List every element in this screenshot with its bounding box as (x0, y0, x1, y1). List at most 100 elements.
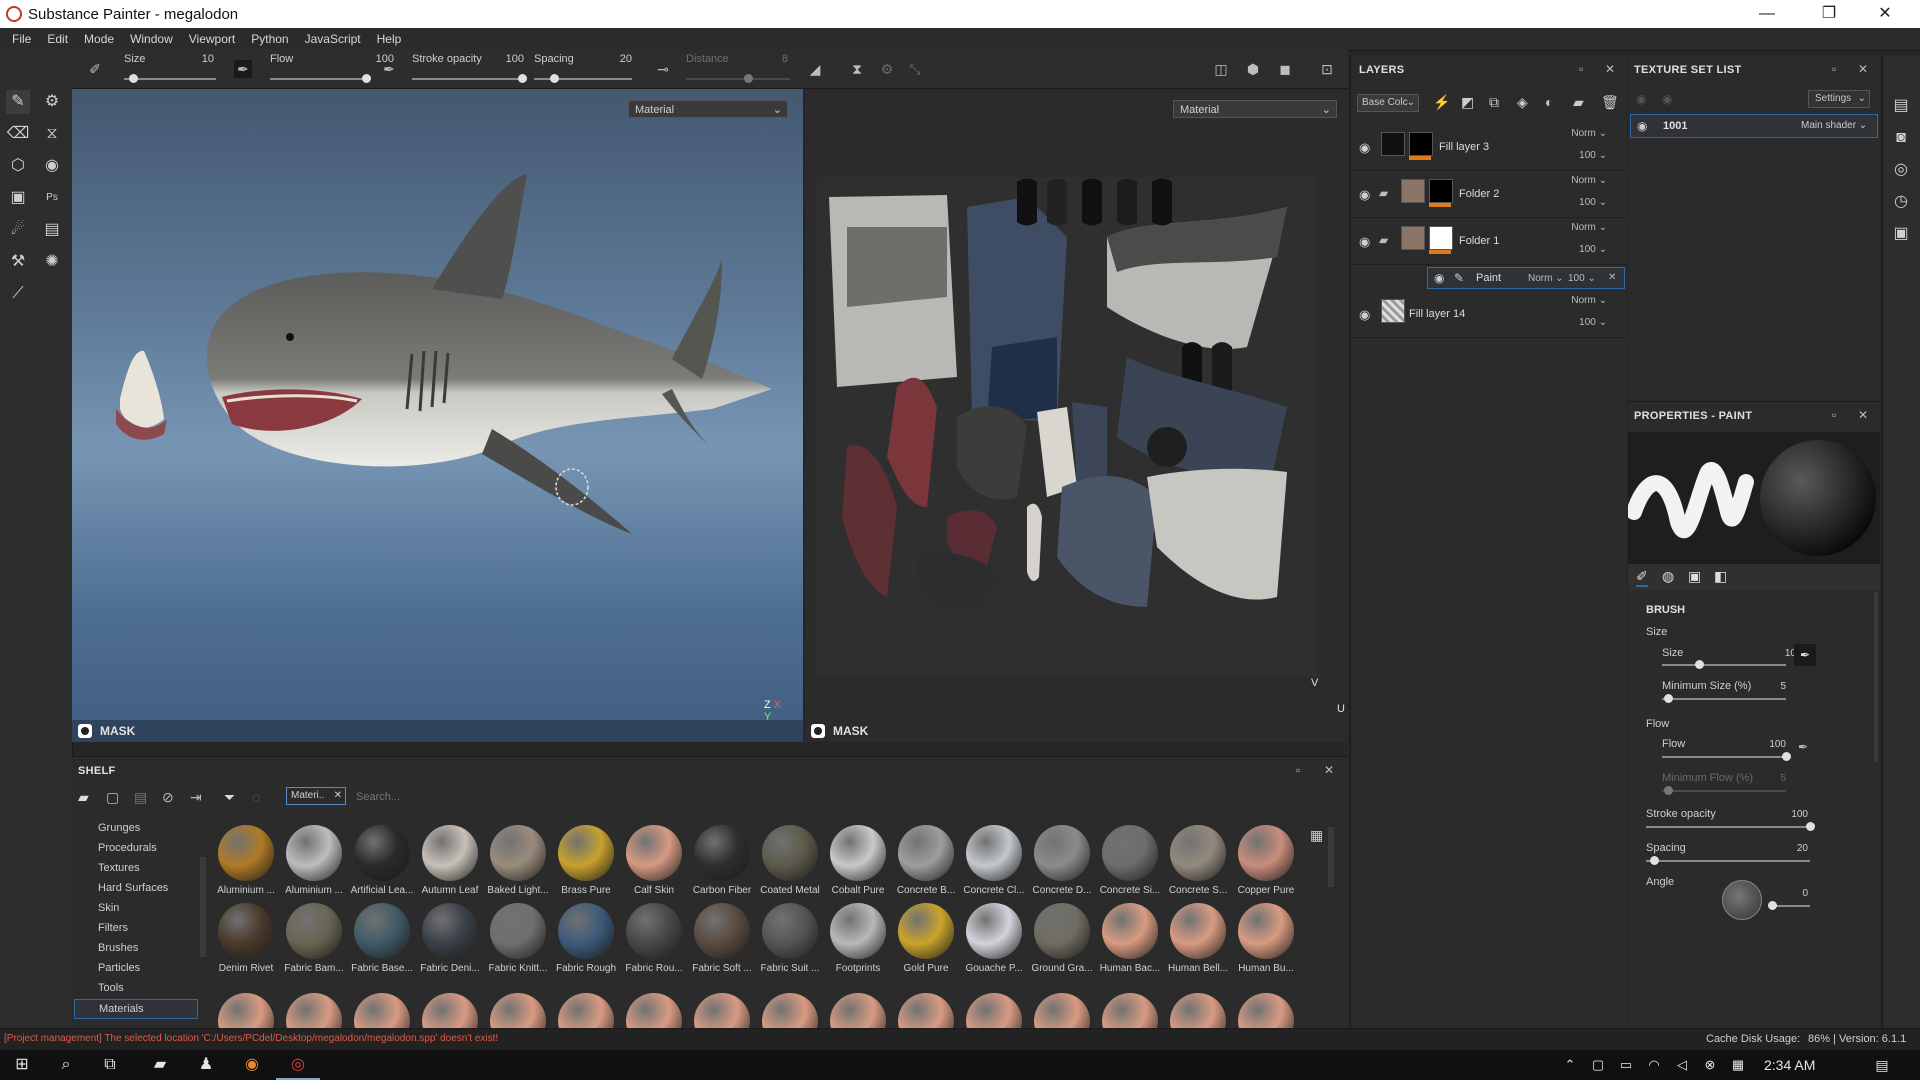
layer-row[interactable]: ◉ Fill layer 14 Norm ⌄ 100 ⌄ (1351, 291, 1627, 338)
save-icon[interactable]: ▤ (134, 789, 147, 806)
viewport-2d-mode-dropdown[interactable]: Material ⌄ (1173, 100, 1337, 118)
viewport-2d[interactable]: Material ⌄ V U MASK (805, 89, 1348, 742)
shader-settings-icon[interactable]: ◎ (1889, 158, 1913, 182)
stencil-tab-icon[interactable]: ◧ (1714, 568, 1727, 585)
slider-knob[interactable] (549, 74, 559, 83)
menu-viewport[interactable]: Viewport (181, 28, 243, 50)
material-thumbnail[interactable]: Carbon Fiber (688, 825, 756, 903)
material-thumbnail[interactable]: Baked Light... (484, 825, 552, 903)
material-preview-icon[interactable] (830, 993, 886, 1029)
clock[interactable]: 2:34 AM (1764, 1057, 1815, 1073)
material-thumbnail[interactable]: Aluminium ... (280, 825, 348, 903)
shelf-category-particles[interactable]: Particles (98, 959, 140, 977)
layer-row[interactable]: ◉ ▰ Folder 2 Norm ⌄ 100 ⌄ (1351, 171, 1627, 218)
material-preview-icon[interactable] (626, 993, 682, 1029)
shelf-category-tools[interactable]: Tools (98, 979, 124, 997)
undock-icon[interactable]: ▫ (1296, 763, 1300, 777)
menu-help[interactable]: Help (369, 28, 410, 50)
camera-icon[interactable]: ◼ (1276, 60, 1294, 78)
shelf-category-hard-surfaces[interactable]: Hard Surfaces (98, 879, 168, 897)
material-preview-icon[interactable] (1170, 993, 1226, 1029)
view-mode-split-icon[interactable]: ◫ (1212, 60, 1230, 78)
minimum-size-slider[interactable] (1662, 694, 1786, 703)
stroke-opacity-value[interactable]: 100 (1778, 809, 1808, 820)
material-thumbnail[interactable]: Ground Gra... (1028, 903, 1096, 981)
add-mask-icon[interactable]: ◩ (1461, 94, 1474, 111)
material-thumbnail[interactable]: Fabric Rough (552, 903, 620, 981)
log-icon[interactable]: ▣ (1889, 222, 1913, 246)
material-icon[interactable]: ◉ (40, 154, 64, 178)
eraser-tool-icon[interactable]: ⌫ (6, 122, 30, 146)
material-thumbnail[interactable]: Artificial Lea... (348, 825, 416, 903)
maximize-button[interactable]: ❐ (1806, 0, 1852, 28)
material-thumbnail[interactable]: Fabric Knitt... (484, 903, 552, 981)
app-icon[interactable]: ♟ (184, 1050, 228, 1080)
plugin-icon[interactable]: ✺ (40, 250, 64, 274)
opacity-dropdown[interactable]: 100 ⌄ (1579, 244, 1607, 255)
material-thumbnail[interactable]: Fabric Soft ... (688, 903, 756, 981)
layer-row[interactable]: ◉ Fill layer 3 Norm ⌄ 100 ⌄ (1351, 124, 1627, 171)
channel-dropdown[interactable]: Base Colc ⌄ (1357, 94, 1419, 112)
visibility-icon[interactable]: ◉ (1359, 307, 1370, 323)
material-thumbnail[interactable]: Human Bac... (1096, 903, 1164, 981)
symmetry-icon[interactable]: ⧗ (848, 60, 866, 78)
material-thumbnail[interactable]: Autumn Leaf (416, 825, 484, 903)
shelf-category-grunges[interactable]: Grunges (98, 819, 140, 837)
material-thumbnail[interactable]: Gouache P... (960, 903, 1028, 981)
action-center-icon[interactable]: ▤ (1860, 1050, 1904, 1080)
material-thumbnail[interactable]: Gold Pure (892, 903, 960, 981)
size-value[interactable]: 10 (1766, 648, 1796, 659)
hide-icon[interactable]: ⊘ (162, 789, 174, 806)
filter-chip[interactable]: Materi.. ✕ (286, 787, 346, 805)
material-thumbnail[interactable]: Brass Pure (552, 825, 620, 903)
toolbar-stroke-opacity-value[interactable]: 100 (494, 53, 524, 65)
viewport-settings-icon[interactable]: ⚙ (40, 90, 64, 114)
blender-icon[interactable]: ◉ (230, 1050, 274, 1080)
toolbar-stroke-opacity-slider[interactable] (412, 74, 527, 83)
history-icon[interactable]: ◷ (1889, 190, 1913, 214)
material-preview-icon[interactable] (1102, 993, 1158, 1029)
add-smart-material-icon[interactable]: ◐ (1545, 94, 1553, 110)
material-preview-icon[interactable] (1034, 993, 1090, 1029)
display-settings-icon[interactable]: ◙ (1889, 126, 1913, 150)
shelf-category-textures[interactable]: Textures (98, 859, 140, 877)
document-icon[interactable]: ▤ (40, 218, 64, 242)
search-icon[interactable]: ⌕ (44, 1050, 88, 1080)
material-preview-icon[interactable] (558, 993, 614, 1029)
task-view-icon[interactable]: ⧉ (88, 1050, 132, 1080)
toolbar-spacing-slider[interactable] (534, 74, 632, 83)
settings-dropdown[interactable]: Settings ⌄ (1808, 90, 1870, 108)
blend-mode-dropdown[interactable]: Norm ⌄ (1571, 128, 1607, 139)
material-thumbnail[interactable]: Concrete B... (892, 825, 960, 903)
size-pressure-icon[interactable]: ✒ (234, 60, 252, 78)
material-thumbnail[interactable]: Fabric Rou... (620, 903, 688, 981)
material-thumbnail[interactable]: Fabric Deni... (416, 903, 484, 981)
mask-toggle-icon[interactable] (811, 724, 825, 738)
start-icon[interactable]: ⊞ (0, 1050, 44, 1080)
size-slider[interactable] (1662, 660, 1786, 669)
mask-toggle-icon[interactable] (78, 724, 92, 738)
clone-stamp-icon[interactable]: ⚒ (6, 250, 30, 274)
slider-knob[interactable] (518, 74, 527, 83)
menu-window[interactable]: Window (122, 28, 181, 50)
texture-set-row[interactable]: ◉ 1001 Main shader ⌄ (1630, 114, 1878, 138)
texture-set-settings-icon[interactable]: ▤ (1889, 94, 1913, 118)
material-preview-icon[interactable] (694, 993, 750, 1029)
add-fill-layer-icon[interactable]: ◈ (1517, 94, 1528, 111)
shelf-category-materials[interactable]: Materials (74, 999, 198, 1019)
menu-mode[interactable]: Mode (76, 28, 122, 50)
brush-preset-icon[interactable]: ✐ (86, 60, 104, 78)
material-thumbnail[interactable]: Coated Metal (756, 825, 824, 903)
blend-mode-dropdown[interactable]: Norm ⌄ (1528, 273, 1564, 284)
material-preview-icon[interactable] (1238, 993, 1294, 1029)
remove-layer-icon[interactable]: ✕ (1608, 272, 1616, 283)
material-thumbnail[interactable]: Fabric Suit ... (756, 903, 824, 981)
slider-knob[interactable] (1664, 694, 1674, 703)
close-panel-icon[interactable]: ✕ (1605, 62, 1615, 76)
layer-row[interactable]: ◉ ▰ Folder 1 Norm ⌄ 100 ⌄ (1351, 218, 1627, 265)
bake-icon[interactable]: ⧖ (40, 122, 64, 146)
material-thumbnail[interactable]: Concrete S... (1164, 825, 1232, 903)
material-preview-icon[interactable] (218, 993, 274, 1029)
language-icon[interactable]: ▦ (1716, 1050, 1760, 1080)
material-preview-icon[interactable] (422, 993, 478, 1029)
